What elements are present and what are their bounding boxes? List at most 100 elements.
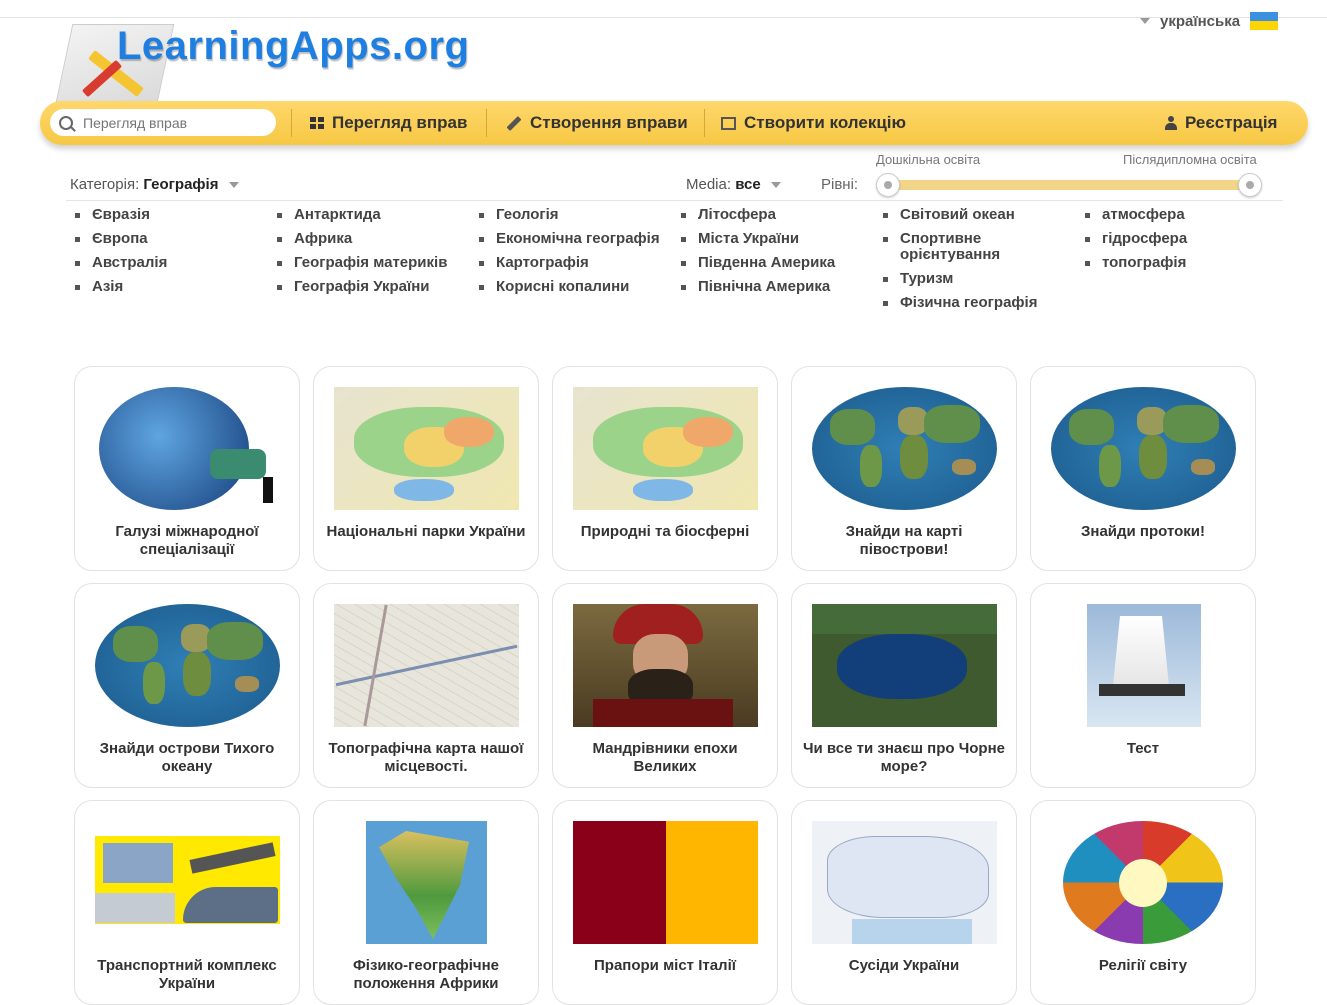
subcategory-link[interactable]: Геологія [479,207,681,223]
subcategory-link[interactable]: Антарктида [277,207,479,223]
search-box[interactable] [50,109,276,136]
user-icon [1165,116,1177,130]
logo-text: LearningApps.org [117,24,470,68]
subcategory-link[interactable]: Спортивне орієнтування [883,231,1085,263]
subcategory-link[interactable]: Фізична географія [883,295,1085,311]
subcategory-column: Антарктида Африка Географія материків Геогр… [277,207,479,319]
slider-handle-max[interactable] [1238,173,1262,197]
app-card[interactable]: Галузі міжнародної спеціалізації [74,366,300,571]
search-icon [59,115,73,130]
ukraine-outline-thumbnail [812,821,997,944]
subcategory-link[interactable]: Економічна географія [479,231,681,247]
app-card[interactable]: Мандрівники епохи Великих [552,583,778,788]
app-title: Фізико-географічне положення Африки [352,957,500,992]
chevron-down-icon [1140,18,1150,24]
language-selector[interactable]: українська [1140,12,1279,30]
filter-divider [66,200,1283,201]
nav-browse-apps[interactable]: Перегляд вправ [310,101,467,145]
app-card[interactable]: Релігії світу [1030,800,1256,1005]
subcategory-link[interactable]: Австралія [75,255,277,271]
app-title: Тест [1126,740,1160,757]
subcategory-column: Геологія Економічна географія Картографія К… [479,207,681,319]
world-globe-thumbnail [95,604,280,727]
world-globe-thumbnail [812,387,997,510]
chevron-down-icon [770,182,781,189]
subcategory-link[interactable]: Світовий океан [883,207,1085,223]
app-card[interactable]: Знайди протоки! [1030,366,1256,571]
earth-faucet-thumbnail [95,387,280,510]
pencil-icon [506,115,522,131]
app-card[interactable]: Тест [1030,583,1256,788]
collection-icon [721,116,736,130]
chevron-down-icon [228,182,239,189]
subcategory-link[interactable]: Літосфера [681,207,883,223]
subcategory-list: Євразія Європа Австралія Азія Антарктида Афри… [75,207,1287,319]
subcategory-link[interactable]: Географія України [277,279,479,295]
subcategory-link[interactable]: Корисні копалини [479,279,681,295]
app-title: Сусіди України [848,957,960,974]
topo-map-thumbnail [334,604,519,727]
black-sea-thumbnail [812,604,997,727]
app-card[interactable]: Топографічна карта нашої місцевості. [313,583,539,788]
media-value: все [735,176,761,193]
app-title: Топографічна карта нашої місцевості. [328,740,524,775]
site-logo[interactable]: LearningApps.org [53,18,475,112]
subcategory-link[interactable]: Євразія [75,207,277,223]
subcategory-link[interactable]: топографія [1085,255,1287,271]
subcategory-column: Світовий океан Спортивне орієнтування Тури… [883,207,1085,319]
slider-handle-min[interactable] [876,173,900,197]
app-card[interactable]: Транспортний комплекс України [74,800,300,1005]
subcategory-link[interactable]: Азія [75,279,277,295]
level-max-label: Післядипломна освіта [1123,152,1257,167]
app-title: Природні та біосферні [580,523,750,540]
main-navbar: Перегляд вправ Створення вправи Створити… [40,101,1308,145]
level-min-label: Дошкільна освіта [876,152,981,167]
app-title: Релігії світу [1098,957,1188,974]
subcategory-column: Євразія Європа Австралія Азія [75,207,277,319]
italy-flag-thumbnail [573,821,758,944]
app-card[interactable]: Природні та біосферні [552,366,778,571]
app-card[interactable]: Сусіди України [791,800,1017,1005]
subcategory-link[interactable]: гідросфера [1085,231,1287,247]
subcategory-link[interactable]: Північна Америка [681,279,883,295]
app-card[interactable]: Фізико-географічне положення Африки [313,800,539,1005]
subcategory-link[interactable]: Європа [75,231,277,247]
media-filter[interactable]: Media: все [686,176,781,193]
africa-map-thumbnail [334,821,519,944]
app-card[interactable]: Прапори міст Італії [552,800,778,1005]
level-range-slider[interactable] [876,173,1262,197]
app-title: Знайди острови Тихого океану [99,740,275,775]
app-title: Прапори міст Італії [594,957,736,974]
category-filter[interactable]: Категорія: Географія [70,176,239,193]
explorer-portrait-thumbnail [573,604,758,727]
subcategory-link[interactable]: Картографія [479,255,681,271]
subcategory-link[interactable]: Туризм [883,271,1085,287]
ukraine-flag-icon [1250,12,1279,30]
nav-register[interactable]: Реєстрація [1165,101,1277,145]
app-title: Чи все ти знаєш про Чорне море? [803,740,1005,775]
subcategory-link[interactable]: Географія материків [277,255,479,271]
levels-label: Рівні: [821,176,859,193]
nav-create-app[interactable]: Створення вправи [506,101,688,145]
subcategory-link[interactable]: атмосфера [1085,207,1287,223]
category-value: Географія [143,176,219,193]
religion-symbols-thumbnail [1051,821,1236,944]
world-globe-thumbnail [1051,387,1236,510]
search-input[interactable] [81,113,265,132]
nav-create-collection[interactable]: Створити колекцію [721,101,906,145]
app-card[interactable]: Знайди острови Тихого океану [74,583,300,788]
app-card[interactable]: Національні парки України [313,366,539,571]
app-card[interactable]: Чи все ти знаєш про Чорне море? [791,583,1017,788]
grid-icon [310,117,324,129]
app-card[interactable]: Знайди на карті півострови! [791,366,1017,571]
subcategory-link[interactable]: Південна Америка [681,255,883,271]
app-title: Знайди на карті півострови! [845,523,963,558]
ukraine-map-thumbnail [334,387,519,510]
app-title: Галузі міжнародної спеціалізації [115,523,259,558]
subcategory-link[interactable]: Міста України [681,231,883,247]
language-label: українська [1160,12,1241,30]
subcategory-link[interactable]: Африка [277,231,479,247]
subcategory-column: атмосфера гідросфера топографія [1085,207,1287,319]
ukraine-map-thumbnail [573,387,758,510]
app-title: Мандрівники епохи Великих [592,740,738,775]
